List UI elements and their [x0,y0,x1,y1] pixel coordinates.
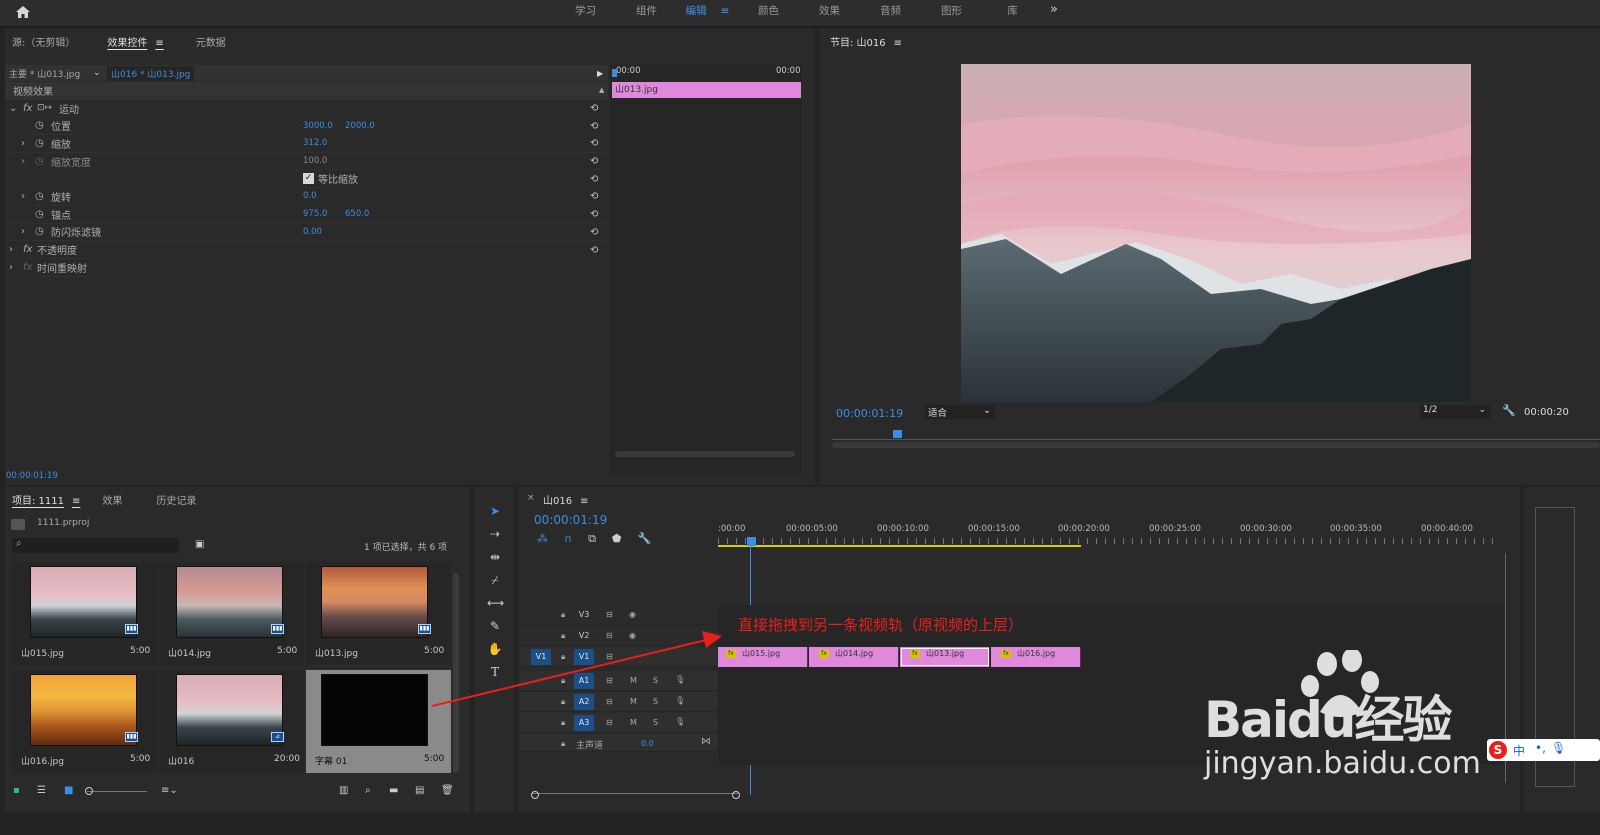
mic-icon: 🎙︎ [1551,741,1567,755]
ime-logo: S [1489,741,1507,759]
ime-indicator[interactable]: S 中 •, 🎙︎ [1487,739,1600,761]
watermark-url: jingyan.baidu.com [1204,746,1481,781]
watermark-brand: Baidu经验 [1204,691,1452,749]
annotation-text: 直接拖拽到另一条视频轨（原视频的上层） [738,616,1024,634]
ime-label: 中 [1513,744,1526,758]
ime-punct-icon: •, [1535,741,1546,755]
baidu-watermark: Baidu经验 jingyan.baidu.com [1200,650,1490,790]
